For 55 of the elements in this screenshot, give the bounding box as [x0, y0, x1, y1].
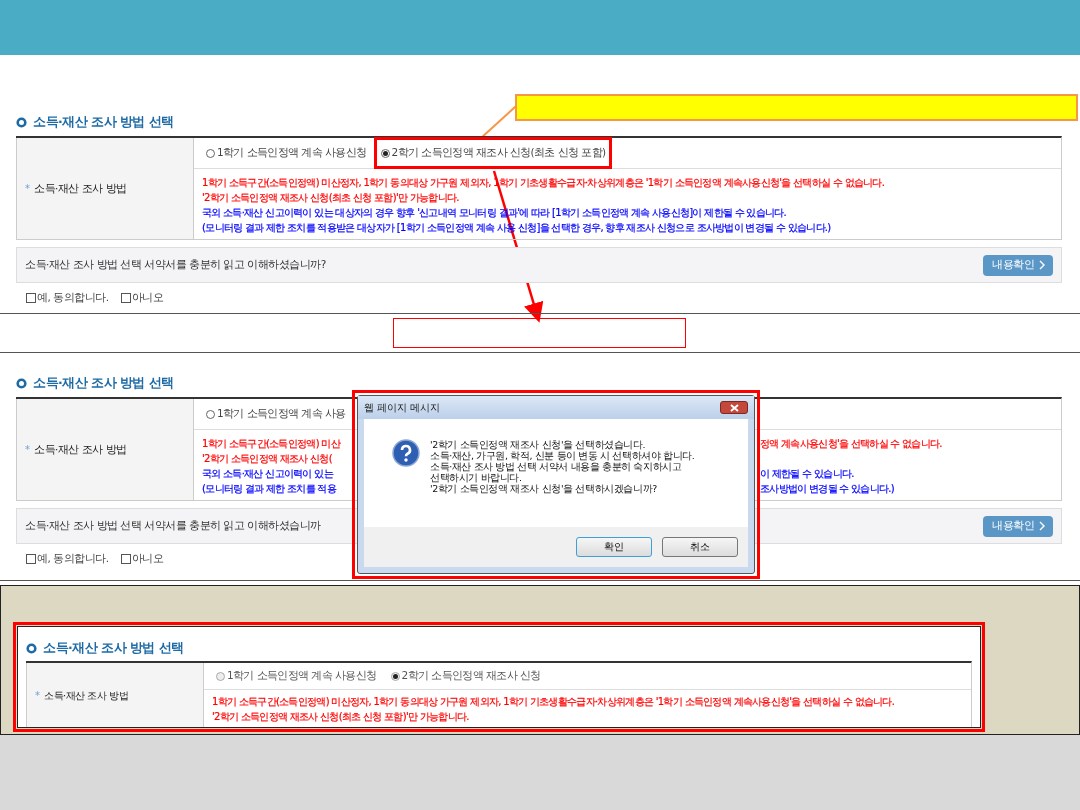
- radio-button[interactable]: [206, 148, 215, 158]
- close-button[interactable]: [720, 401, 748, 414]
- ok-button[interactable]: 확인: [576, 537, 652, 557]
- section-title: 소득·재산 조사 방법 선택: [33, 374, 174, 392]
- section-title: 소득·재산 조사 방법 선택: [43, 639, 184, 657]
- radio-option[interactable]: 2학기 소득인정액 재조사 신청(최초 신청 포함): [376, 140, 610, 166]
- radio-option[interactable]: 2학기 소득인정액 재조사 신청: [386, 663, 545, 689]
- required-mark: *: [35, 690, 40, 701]
- bullet-ring-icon: [16, 377, 27, 389]
- field-label: 소득·재산 조사 방법: [44, 688, 129, 703]
- radio-option[interactable]: 1학기 소득인정액 계속 사용신청: [202, 140, 371, 166]
- agreement-question: 소득·재산 조사 방법 선택 서약서를 충분히 읽고 이해하셨습니까?: [25, 258, 326, 272]
- cancel-button[interactable]: 취소: [662, 537, 738, 557]
- radio-button[interactable]: [390, 671, 400, 681]
- radio-option[interactable]: 1학기 소득인정액 계속 사용: [202, 401, 350, 427]
- dialog-message-line: 소득·재산 조사 방법 선택 서약서 내용을 충분히 숙지하시고: [430, 461, 683, 472]
- field-label: 소득·재산 조사 방법: [34, 181, 127, 196]
- radio-option[interactable]: 1학기 소득인정액 계속 사용신청: [212, 663, 381, 689]
- bullet-ring-icon: [16, 116, 27, 128]
- dialog-message-line: 소득·재산, 가구원, 학적, 신분 등이 변동 시 선택하셔야 합니다.: [430, 450, 695, 461]
- radio-button[interactable]: [206, 409, 215, 419]
- checkbox[interactable]: [120, 293, 131, 303]
- bullet-ring-icon: [26, 642, 37, 654]
- notice-text: 1학기 소득구간(소득인정액) 미산: [202, 438, 340, 449]
- checkbox-option[interactable]: 예, 동의합니다.: [26, 552, 109, 566]
- notice-text: 1학기 소득구간(소득인정액) 미산정자, 1학기 동의대상 가구원 제외자, 1학기 기초생활수급자·차상위계층은 '1학기 소득인정액 계속사용신청'을 선택하실 수 없습니다.: [212, 696, 895, 707]
- agreement-question: 소득·재산 조사 방법 선택 서약서를 충분히 읽고 이해하셨습니까: [25, 519, 321, 533]
- dialog-title: 웹 페이지 메시지: [364, 400, 441, 415]
- radio-button[interactable]: [216, 671, 225, 681]
- notice-text: '2학기 소득인정액 재조사 신청(최초 신청 포함)'만 가능합니다.: [212, 711, 469, 722]
- checkbox-option[interactable]: 아니오: [120, 291, 163, 305]
- radio-button[interactable]: [380, 148, 390, 158]
- notice-text: '2학기 소득인정액 재조사 신청(최초 신청 포함)'만 가능합니다.: [202, 192, 459, 203]
- required-mark: *: [25, 444, 30, 455]
- notice-text: 이 제한될 수 있습니다.: [760, 468, 854, 479]
- checkbox[interactable]: [120, 554, 131, 564]
- notice-text: '2학기 소득인정액 재조사 신청(: [202, 453, 332, 464]
- dialog-message-line: '2학기 소득인정액 재조사 신청'을 선택하셨습니다.: [430, 439, 647, 450]
- field-label: 소득·재산 조사 방법: [34, 442, 127, 457]
- section-title: 소득·재산 조사 방법 선택: [33, 113, 174, 131]
- notice-text: (모니터링 결과 제한 조치를 적용: [202, 483, 337, 494]
- question-icon: [392, 439, 420, 467]
- notice-text: 조사방법이 변경될 수 있습니다.): [760, 483, 895, 494]
- checkbox-option[interactable]: 아니오: [120, 552, 163, 566]
- required-mark: *: [25, 183, 30, 194]
- checkbox-option[interactable]: 예, 동의합니다.: [26, 291, 109, 305]
- dialog-message-line: '2학기 소득인정액 재조사 신청'을 선택하시겠습니까?: [430, 483, 658, 494]
- close-icon: [729, 403, 739, 412]
- chevron-right-icon: [1039, 260, 1046, 270]
- notice-text: 국외 소득·재산 신고이력이 있는: [202, 468, 333, 479]
- dialog-message-line: 선택하시기 바랍니다.: [430, 472, 523, 483]
- checkbox[interactable]: [26, 293, 36, 303]
- chevron-right-icon: [1039, 521, 1046, 531]
- notice-text: 정액 계속사용신청'을 선택하실 수 없습니다.: [760, 438, 942, 449]
- checkbox[interactable]: [26, 554, 36, 564]
